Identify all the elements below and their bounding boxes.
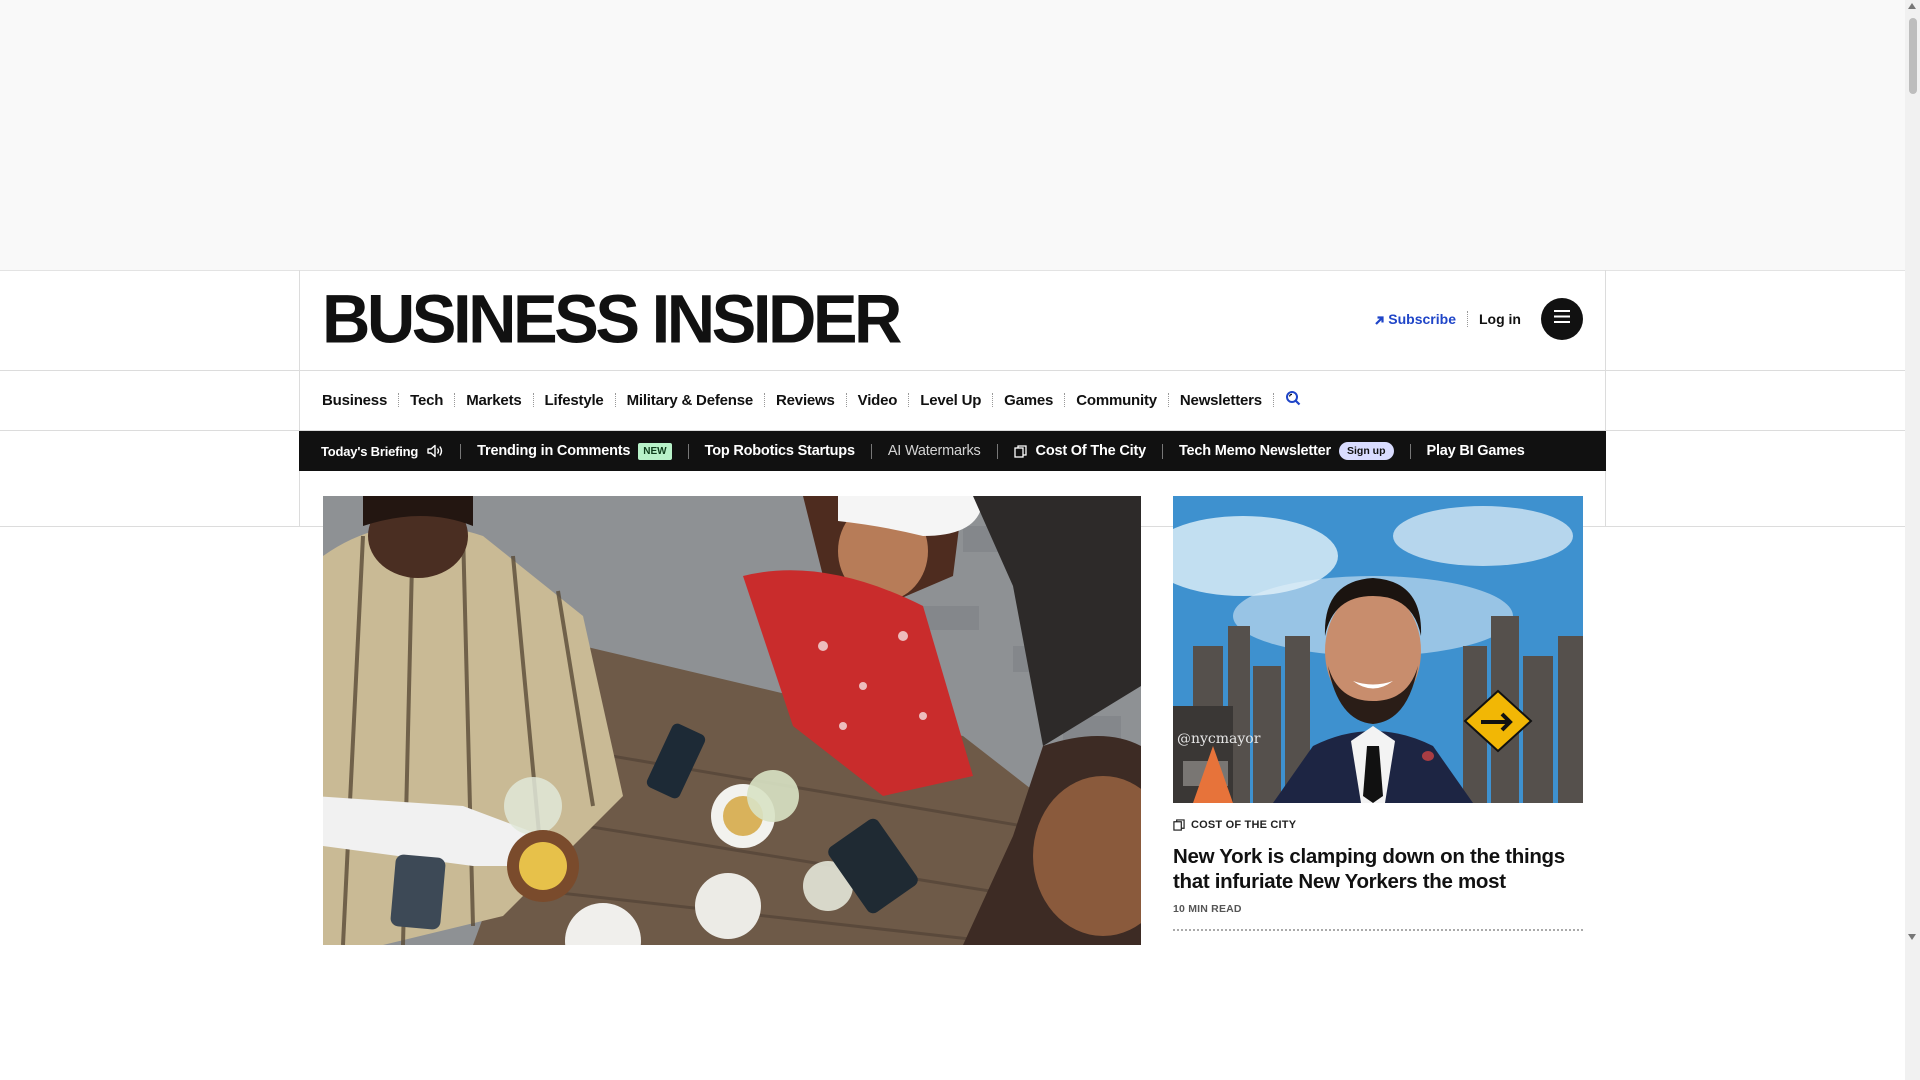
story-headline[interactable]: New York is clamping down on the things … (1173, 844, 1583, 894)
nav-divider (398, 393, 400, 407)
nav-divider (1167, 393, 1169, 407)
sign-up-button[interactable]: Sign up (1339, 442, 1394, 460)
nav-item-community[interactable]: Community (1076, 392, 1157, 409)
nav-divider (992, 393, 994, 407)
story-kicker-label: COST OF THE CITY (1191, 819, 1297, 831)
login-link[interactable]: Log in (1479, 311, 1521, 327)
subscribe-label: Subscribe (1388, 311, 1456, 327)
nav-item-tech[interactable]: Tech (410, 392, 443, 409)
speaker-icon[interactable] (427, 444, 444, 458)
primary-nav: Business Tech Markets Lifestyle Military… (0, 370, 1905, 431)
new-badge: NEW (638, 442, 672, 460)
menu-button[interactable] (1541, 298, 1583, 340)
nav-item-games[interactable]: Games (1004, 392, 1053, 409)
play-bi-games-link[interactable]: Play BI Games (1427, 443, 1525, 459)
photo-watermark: @nycmayor (1177, 731, 1261, 747)
briefing-bar: Today's Briefing Trending in Comments NE… (299, 431, 1606, 471)
nav-inner: Business Tech Markets Lifestyle Military… (299, 370, 1606, 430)
site-header: BUSINESS INSIDER Subscribe Log in (0, 270, 1905, 371)
subscribe-link[interactable]: Subscribe (1373, 311, 1456, 327)
search-button[interactable] (1285, 390, 1301, 411)
nav-item-reviews[interactable]: Reviews (776, 392, 835, 409)
briefing-divider (870, 443, 872, 459)
nav-item-level-up[interactable]: Level Up (920, 392, 981, 409)
story-read-time: 10 MIN READ (1173, 903, 1242, 915)
tech-memo-newsletter-link[interactable]: Tech Memo Newsletter (1179, 443, 1331, 459)
top-robotics-startups-link[interactable]: Top Robotics Startups (705, 443, 855, 459)
scrollbar-thumb[interactable] (1909, 18, 1917, 94)
side-story-image[interactable]: @nycmayor (1173, 496, 1583, 803)
briefing-divider (1161, 443, 1163, 459)
nav-divider (845, 393, 847, 407)
todays-briefing-label[interactable]: Today's Briefing (321, 444, 418, 459)
side-story: COST OF THE CITY New York is clamping do… (1173, 819, 1583, 931)
nav-item-newsletters[interactable]: Newsletters (1180, 392, 1262, 409)
ai-watermarks-link[interactable]: AI Watermarks (888, 443, 981, 459)
divider (1467, 311, 1468, 327)
header-inner: BUSINESS INSIDER Subscribe Log in (299, 270, 1606, 370)
search-icon (1285, 390, 1301, 411)
nav-item-military-defense[interactable]: Military & Defense (627, 392, 754, 409)
scroll-up-arrow-icon[interactable] (1908, 3, 1916, 9)
hero-story-image[interactable] (323, 496, 1141, 945)
story-kicker[interactable]: COST OF THE CITY (1173, 819, 1583, 831)
header-actions: Subscribe Log in (1373, 298, 1583, 340)
cost-of-the-city-link[interactable]: Cost Of The City (1036, 443, 1147, 459)
story-divider (1173, 929, 1583, 931)
hamburger-menu-icon (1554, 310, 1570, 328)
ad-slot (0, 0, 1905, 271)
nav-divider (1272, 393, 1274, 407)
nav-divider (908, 393, 910, 407)
briefing-divider (996, 443, 998, 459)
scroll-down-arrow-icon[interactable] (1908, 934, 1916, 940)
nav-divider (614, 393, 616, 407)
briefing-divider (687, 443, 689, 459)
trending-in-comments-link[interactable]: Trending in Comments (477, 443, 630, 459)
nav-divider (532, 393, 534, 407)
nav-item-markets[interactable]: Markets (466, 392, 521, 409)
cost-of-the-city-icon (1013, 444, 1027, 458)
nav-item-lifestyle[interactable]: Lifestyle (545, 392, 604, 409)
nav-divider (764, 393, 766, 407)
briefing-divider (1409, 443, 1411, 459)
nav-divider (1064, 393, 1066, 407)
nav-item-business[interactable]: Business (322, 392, 387, 409)
business-insider-logo[interactable]: BUSINESS INSIDER (322, 283, 902, 356)
briefing-divider (460, 443, 462, 459)
cost-of-the-city-icon (1173, 819, 1185, 831)
nav-item-video[interactable]: Video (858, 392, 898, 409)
nav-divider (454, 393, 456, 407)
vertical-scrollbar[interactable] (1905, 0, 1920, 1080)
arrow-up-right-icon (1373, 313, 1385, 325)
